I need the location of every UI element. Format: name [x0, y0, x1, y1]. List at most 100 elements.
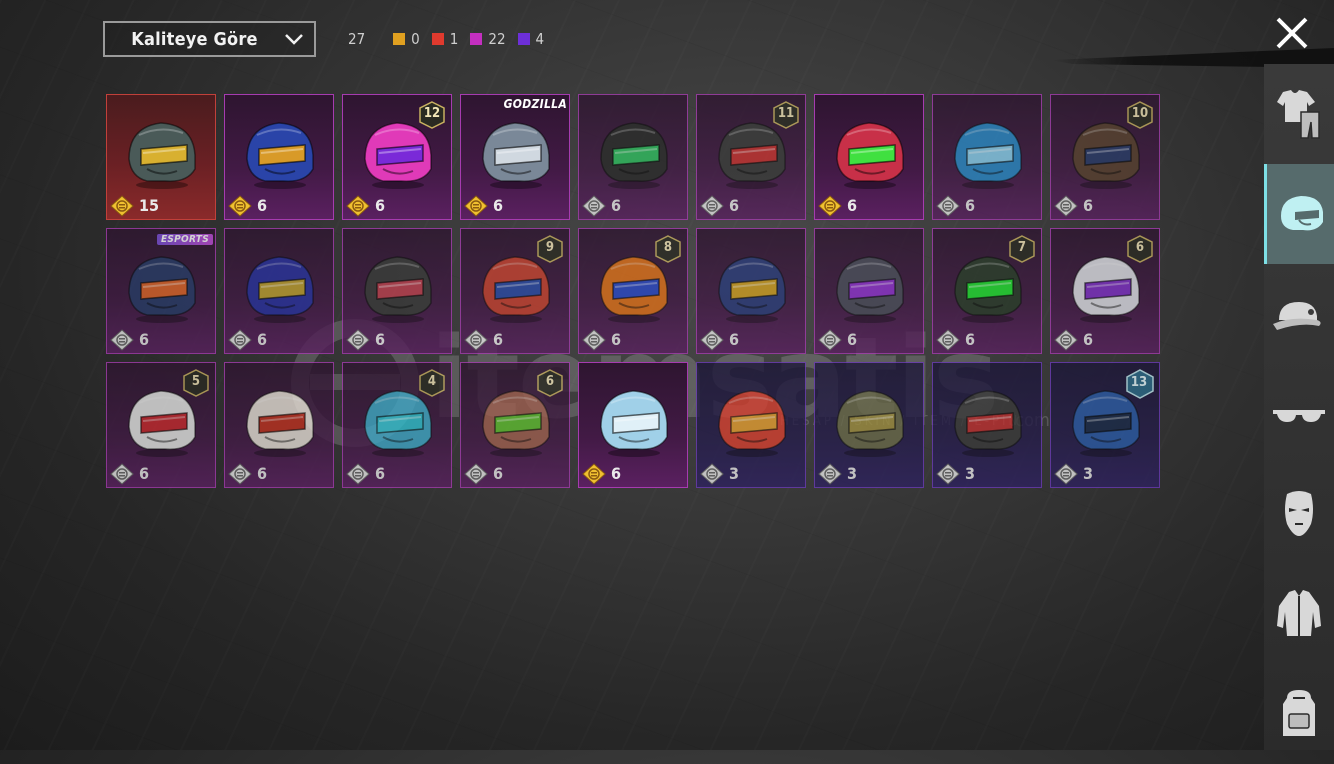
quality-count-value: 4	[535, 30, 545, 48]
helmet-item-card[interactable]: 6	[578, 362, 688, 488]
helmet-item-card[interactable]: 6	[814, 94, 924, 220]
helmet-item-card[interactable]: 3	[696, 362, 806, 488]
quality-count-mythic: 1	[431, 30, 459, 48]
helmet-item-card[interactable]: 9 6	[460, 228, 570, 354]
silver-coin-icon	[228, 463, 252, 485]
silver-coin-icon	[464, 463, 488, 485]
helmet-item-icon	[718, 256, 786, 323]
quality-swatch	[517, 33, 530, 45]
silver-coin-icon	[818, 463, 842, 485]
quality-count-rare: 4	[517, 30, 545, 48]
helmet-item-card[interactable]: 6	[224, 228, 334, 354]
helmet-item-card[interactable]: 12 6	[342, 94, 452, 220]
level-badge-text: 12	[423, 106, 441, 121]
helmet-item-card[interactable]: 4 6	[342, 362, 452, 488]
helmet-item-card[interactable]: 6	[578, 94, 688, 220]
helmet-item-card[interactable]: 6 6	[1050, 228, 1160, 354]
category-mask[interactable]	[1264, 464, 1334, 564]
helmet-item-card[interactable]: 6	[814, 228, 924, 354]
category-jacket[interactable]	[1264, 564, 1334, 664]
item-quantity: 6	[965, 330, 976, 349]
level-badge-text: 8	[663, 240, 673, 255]
jacket-icon	[1277, 590, 1321, 636]
helmet-item-card[interactable]: 6	[932, 94, 1042, 220]
item-quantity: 3	[847, 464, 858, 483]
silver-coin-icon	[110, 463, 134, 485]
item-quantity: 6	[847, 330, 858, 349]
item-quantity: 6	[1083, 330, 1094, 349]
category-outfit[interactable]	[1264, 64, 1334, 164]
outfit-icon	[1277, 90, 1320, 139]
sort-dropdown[interactable]: Kaliteye Göre	[103, 21, 316, 57]
item-quantity: 6	[611, 464, 622, 483]
level-badge-text: 9	[545, 240, 555, 255]
quality-count-epic: 22	[470, 30, 506, 48]
collab-tag: GODZILLA	[503, 97, 567, 111]
item-quantity: 6	[965, 196, 976, 215]
helmet-item-icon	[128, 122, 196, 189]
helmet-item-card[interactable]: 5 6	[106, 362, 216, 488]
helmet-item-card[interactable]: 10 6	[1050, 94, 1160, 220]
category-hat[interactable]	[1264, 264, 1334, 364]
level-badge-text: 6	[1135, 240, 1145, 255]
silver-coin-icon	[110, 329, 134, 351]
item-quantity: 6	[847, 196, 858, 215]
helmet-item-card[interactable]: 15	[106, 94, 216, 220]
item-quantity: 6	[257, 330, 268, 349]
level-badge-text: 10	[1131, 106, 1149, 121]
quality-swatch	[431, 33, 444, 45]
item-quantity: 6	[375, 196, 386, 215]
helmet-item-card[interactable]: 13 3	[1050, 362, 1160, 488]
helmet-item-icon	[600, 122, 668, 189]
helmet-item-card[interactable]: 3	[814, 362, 924, 488]
quality-counts: 27 0 1 22 4	[348, 30, 556, 48]
item-quantity: 6	[257, 464, 268, 483]
category-glasses[interactable]	[1264, 364, 1334, 464]
quality-count-value: 0	[411, 30, 420, 48]
backpack-icon	[1283, 690, 1315, 736]
helmet-item-icon	[364, 256, 432, 323]
item-quantity: 3	[729, 464, 740, 483]
helmet-item-card[interactable]: 3	[932, 362, 1042, 488]
close-icon[interactable]	[1272, 13, 1312, 53]
item-quantity: 15	[139, 196, 160, 215]
item-quantity: 6	[257, 196, 268, 215]
item-quantity: 6	[375, 330, 386, 349]
quality-count-legendary: 0	[393, 30, 420, 48]
quality-count-value: 22	[488, 30, 506, 48]
helmet-item-card[interactable]: 8 6	[578, 228, 688, 354]
silver-coin-icon	[582, 195, 606, 217]
helmet-item-card[interactable]: 11 6	[696, 94, 806, 220]
silver-coin-icon	[936, 463, 960, 485]
helmet-item-card[interactable]: 6	[224, 94, 334, 220]
category-helmet[interactable]	[1264, 164, 1334, 264]
helmet-item-card[interactable]: 6	[224, 362, 334, 488]
total-count: 27	[348, 30, 366, 48]
category-backpack[interactable]	[1264, 664, 1334, 764]
level-badge-text: 11	[777, 106, 795, 121]
helmet-item-card[interactable]: 7 6	[932, 228, 1042, 354]
silver-coin-icon	[346, 463, 370, 485]
gold-coin-icon	[582, 463, 606, 485]
item-quantity: 6	[611, 196, 622, 215]
helmet-item-card[interactable]: GODZILLA 6	[460, 94, 570, 220]
helmet-item-icon	[836, 256, 904, 323]
helmet-item-icon	[836, 390, 904, 457]
helmet-item-card[interactable]: ESPORTS 6	[106, 228, 216, 354]
collab-tag: ESPORTS	[156, 234, 213, 245]
silver-coin-icon	[1054, 463, 1078, 485]
glasses-icon	[1273, 410, 1325, 422]
level-badge-text: 4	[427, 374, 437, 389]
gold-coin-icon	[818, 195, 842, 217]
helmet-item-icon	[246, 122, 314, 189]
sort-dropdown-label: Kaliteye Göre	[131, 28, 258, 50]
silver-coin-icon	[700, 463, 724, 485]
silver-coin-icon	[1054, 329, 1078, 351]
helmet-item-card[interactable]: 6	[342, 228, 452, 354]
silver-coin-icon	[582, 329, 606, 351]
item-quantity: 6	[375, 464, 386, 483]
helmet-item-card[interactable]: 6 6	[460, 362, 570, 488]
quality-count-value: 1	[449, 30, 459, 48]
gold-coin-icon	[110, 195, 134, 217]
helmet-item-card[interactable]: 6	[696, 228, 806, 354]
